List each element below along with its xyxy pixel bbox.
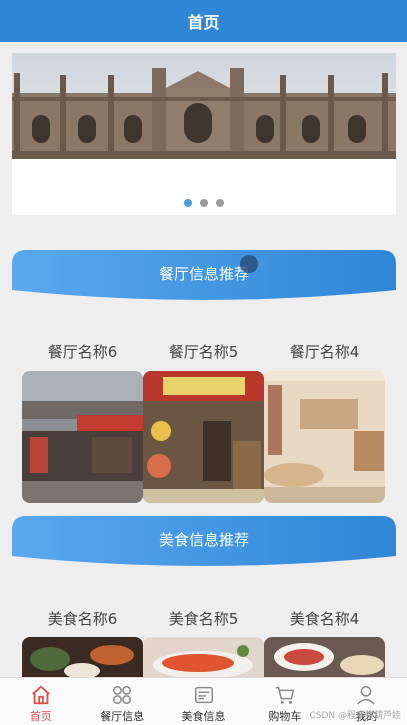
restaurant-image[interactable] (264, 371, 385, 503)
news-icon (194, 686, 213, 704)
restaurant-image-row (22, 371, 386, 503)
food-image-row (22, 637, 386, 677)
carousel-dot[interactable] (200, 199, 208, 207)
touch-cursor (240, 255, 258, 273)
tab-food-info[interactable]: 美食信息 (163, 678, 244, 725)
page-title: 首页 (187, 13, 220, 32)
restaurant-image[interactable] (143, 371, 264, 503)
food-section-header: 美食信息推荐 (12, 516, 396, 570)
carousel-dot[interactable] (216, 199, 224, 207)
food-name-row: 美食名称6 美食名称5 美食名称4 (22, 608, 386, 629)
tab-restaurant-info[interactable]: 餐厅信息 (81, 678, 162, 725)
carousel[interactable] (12, 53, 396, 215)
food-image[interactable] (264, 637, 385, 677)
tab-label: 购物车 (268, 710, 302, 723)
tab-label: 首页 (29, 710, 52, 723)
food-name[interactable]: 美食名称6 (22, 608, 143, 629)
user-icon (357, 686, 376, 705)
tab-label: 餐厅信息 (100, 710, 145, 723)
tab-label: 美食信息 (181, 710, 226, 723)
restaurant-name-row: 餐厅名称6 餐厅名称5 餐厅名称4 (22, 341, 386, 362)
bottom-tab-bar: 首页 餐厅信息 美食信息 购物车 我的 CSDN @程序猿葫芦娃 (0, 677, 407, 725)
food-image[interactable] (22, 637, 143, 677)
grid-icon (113, 686, 132, 704)
food-section-title: 美食信息推荐 (158, 530, 249, 549)
food-image[interactable] (143, 637, 264, 677)
carousel-image[interactable] (12, 53, 396, 159)
restaurant-name[interactable]: 餐厅名称4 (264, 341, 385, 362)
page-header: 首页 (0, 0, 407, 42)
carousel-dot[interactable] (184, 199, 192, 207)
food-name[interactable]: 美食名称4 (264, 608, 385, 629)
restaurant-section-title: 餐厅信息推荐 (158, 264, 249, 283)
restaurant-image[interactable] (22, 371, 143, 503)
restaurant-name[interactable]: 餐厅名称6 (22, 341, 143, 362)
restaurant-name[interactable]: 餐厅名称5 (143, 341, 264, 362)
food-name[interactable]: 美食名称5 (143, 608, 264, 629)
home-icon (31, 685, 50, 705)
cart-icon (275, 686, 295, 704)
carousel-indicator (12, 199, 396, 207)
restaurant-section-header: 餐厅信息推荐 (12, 250, 396, 304)
watermark-text: CSDN @程序猿葫芦娃 (309, 711, 401, 721)
tab-home[interactable]: 首页 (0, 678, 81, 725)
